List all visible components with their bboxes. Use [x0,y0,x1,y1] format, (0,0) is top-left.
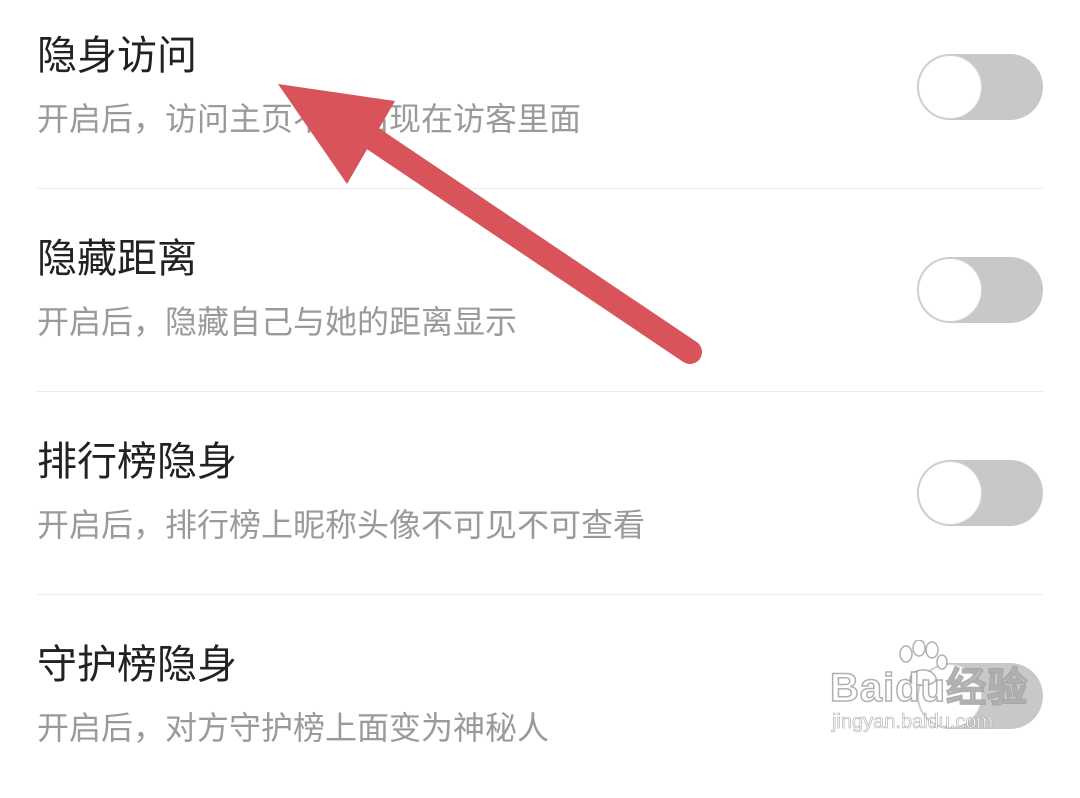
setting-row-leaderboard-stealth: 排行榜隐身 开启后，排行榜上昵称头像不可见不可查看 [0,392,1080,595]
setting-row-stealth-visit: 隐身访问 开启后，访问主页不会出现在访客里面 [0,0,1080,189]
toggle-knob [919,259,981,321]
setting-title: 隐藏距离 [37,236,197,282]
toggle-knob [919,56,981,118]
guardian-stealth-toggle[interactable] [917,663,1043,729]
privacy-settings-list: 隐身访问 开启后，访问主页不会出现在访客里面 隐藏距离 开启后，隐藏自己与她的距… [0,0,1080,760]
leaderboard-stealth-toggle[interactable] [917,460,1043,526]
setting-description: 开启后，访问主页不会出现在访客里面 [37,100,582,138]
setting-title: 守护榜隐身 [37,642,237,688]
setting-description: 开启后，排行榜上昵称头像不可见不可查看 [37,506,646,544]
toggle-knob [919,462,981,524]
setting-description: 开启后，隐藏自己与她的距离显示 [37,303,518,341]
stealth-visit-toggle[interactable] [917,54,1043,120]
setting-description: 开启后，对方守护榜上面变为神秘人 [37,709,550,747]
setting-title: 排行榜隐身 [37,439,237,485]
setting-title: 隐身访问 [37,33,197,79]
setting-row-guardian-stealth: 守护榜隐身 开启后，对方守护榜上面变为神秘人 [0,595,1080,798]
setting-row-hide-distance: 隐藏距离 开启后，隐藏自己与她的距离显示 [0,189,1080,392]
hide-distance-toggle[interactable] [917,257,1043,323]
toggle-knob [919,665,981,727]
